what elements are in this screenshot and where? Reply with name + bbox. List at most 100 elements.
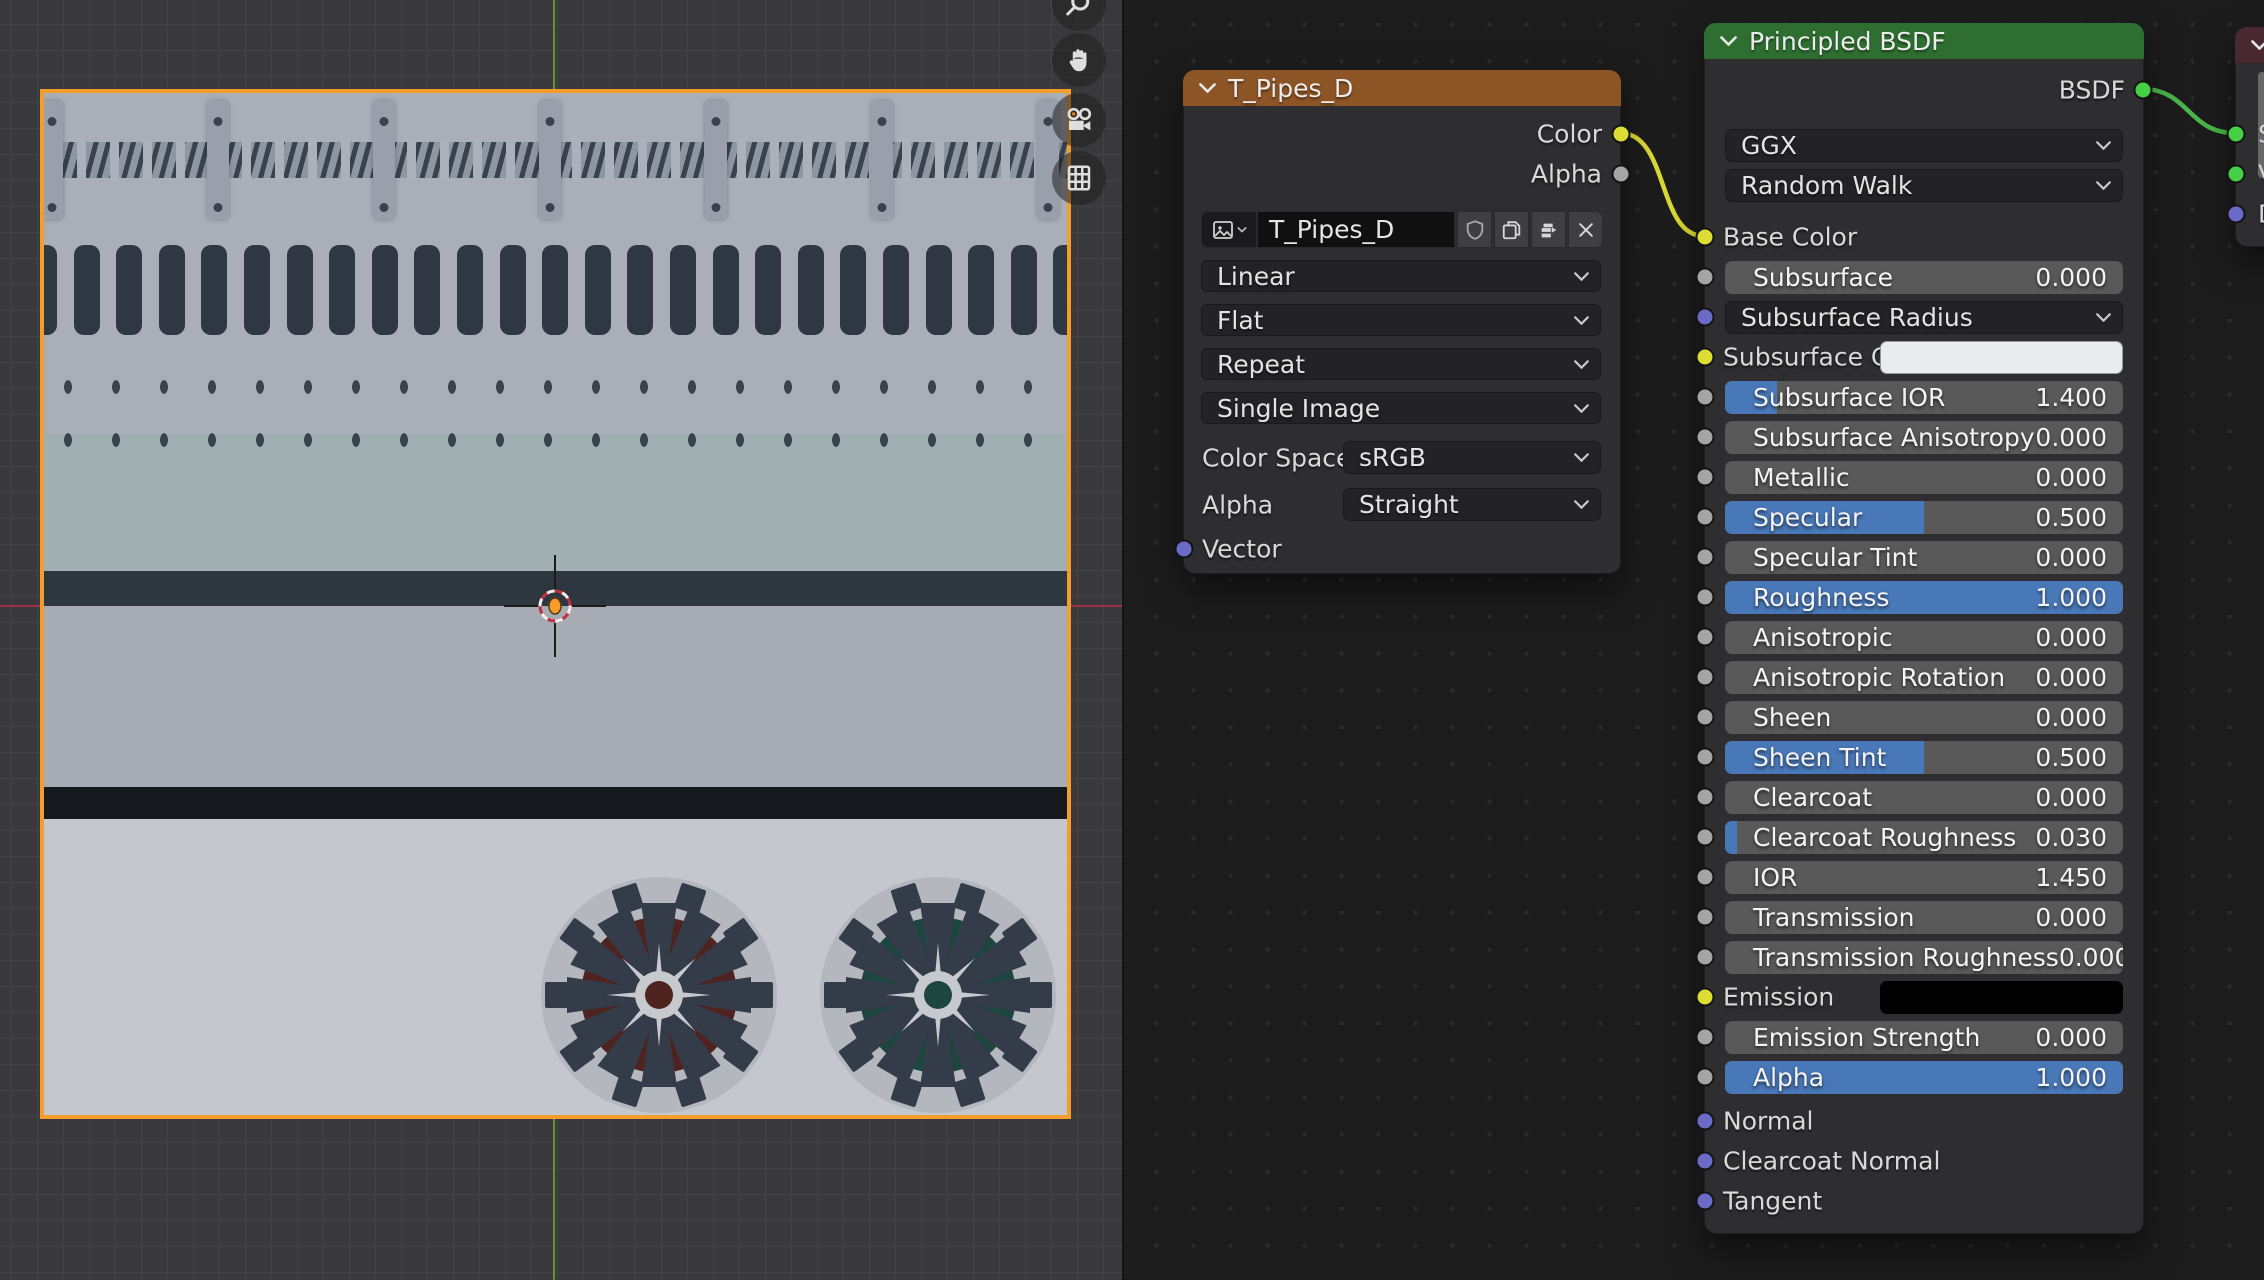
viewport-3d[interactable] [0,0,1122,1280]
image-node-header[interactable]: T_Pipes_D [1183,70,1621,106]
output-bsdf-socket[interactable] [2134,81,2153,100]
output-color-socket[interactable] [1612,125,1631,144]
dropdown-label: Subsurface Radius [1725,303,2096,332]
prop-dropdown-alpha[interactable]: Straight [1343,488,1601,521]
image-datablock-icon [1211,218,1235,242]
texture-strap [207,100,229,220]
slider-label: Clearcoat [1725,783,2035,812]
input-subsurface-slider[interactable]: Subsurface 0.000 [1725,261,2123,294]
texture-bar [798,245,824,335]
input-anisotropic-slider[interactable]: Anisotropic 0.000 [1725,621,2123,654]
texture-bar [1053,245,1067,335]
input-displacement-socket[interactable] [2227,205,2246,224]
input-volume-socket[interactable] [2227,165,2246,184]
input-emission-strength-socket[interactable] [1696,1028,1715,1047]
input-clearcoat-normal-socket[interactable] [1696,1152,1715,1171]
input-transmission-roughness-slider[interactable]: Transmission Roughness 0.000 [1725,941,2123,974]
input-anisotropic-rotation-slider[interactable]: Anisotropic Rotation 0.000 [1725,661,2123,694]
gear-graphic-right [820,877,1056,1113]
input-emission-strength-slider[interactable]: Emission Strength 0.000 [1725,1021,2123,1054]
slider-value: 0.000 [2035,263,2123,292]
texture-bar [500,245,526,335]
input-subsurface-ior-slider[interactable]: Subsurface IOR 1.400 [1725,381,2123,414]
input-subsurface-anisotropy-socket[interactable] [1696,428,1715,447]
texture-strap [871,100,893,220]
input-clearcoat-roughness-slider[interactable]: Clearcoat Roughness 0.030 [1725,821,2123,854]
input-transmission-slider[interactable]: Transmission 0.000 [1725,901,2123,934]
input-metallic-slider[interactable]: Metallic 0.000 [1725,461,2123,494]
input-subsurface-ior-socket[interactable] [1696,388,1715,407]
input-base-color-socket[interactable] [1696,228,1715,247]
input-normal-socket[interactable] [1696,1112,1715,1131]
input-sheen-tint-socket[interactable] [1696,748,1715,767]
input-subsurface-radius-socket[interactable] [1696,308,1715,327]
fake-user-button[interactable] [1457,211,1492,248]
input-subsurface-socket[interactable] [1696,268,1715,287]
slider-value: 0.000 [2035,423,2123,452]
input-anisotropic-socket[interactable] [1696,628,1715,647]
textured-plane-object[interactable] [44,93,1067,1115]
input-clearcoat-normal-label: Clearcoat Normal [1723,1147,1940,1176]
collapse-chevron-icon[interactable] [2251,40,2264,50]
input-clearcoat-slider[interactable]: Clearcoat 0.000 [1725,781,2123,814]
bsdf-node-header[interactable]: Principled BSDF [1704,23,2144,59]
principled-bsdf-node[interactable]: Principled BSDF BSDF GGXRandom Walk Base… [1704,23,2144,1234]
chevron-down-icon [1574,360,1589,369]
zoom-gizmo[interactable] [1052,0,1106,31]
input-alpha-slider[interactable]: Alpha 1.000 [1725,1061,2123,1094]
input-subsurface-anisotropy-slider[interactable]: Subsurface Anisotropy 0.000 [1725,421,2123,454]
dropdown-flat[interactable]: Flat [1201,304,1601,336]
output-node-header[interactable] [2235,27,2264,63]
image-name-field[interactable]: T_Pipes_D [1257,211,1455,248]
unlink-button[interactable] [1568,211,1603,248]
dropdown-repeat[interactable]: Repeat [1201,348,1601,380]
input-alpha-socket[interactable] [1696,1068,1715,1087]
input-subsurface-c--socket[interactable] [1696,348,1715,367]
input-sheen-socket[interactable] [1696,708,1715,727]
input-surface-socket[interactable] [2227,125,2246,144]
duplicate-button[interactable] [1494,211,1529,248]
input-subsurface-c--swatch[interactable] [1880,341,2123,374]
input-specular-slider[interactable]: Specular 0.500 [1725,501,2123,534]
dropdown-label: Flat [1201,306,1574,335]
chevron-down-icon [2096,141,2111,150]
image-texture-node[interactable]: T_Pipes_D Color Alpha T_Pipes_D [1183,70,1621,574]
dropdown-label: Single Image [1201,394,1574,423]
input-roughness-socket[interactable] [1696,588,1715,607]
input-anisotropic-rotation-socket[interactable] [1696,668,1715,687]
dropdown-linear[interactable]: Linear [1201,260,1601,292]
input-specular-tint-slider[interactable]: Specular Tint 0.000 [1725,541,2123,574]
input-sheen-slider[interactable]: Sheen 0.000 [1725,701,2123,734]
output-alpha-socket[interactable] [1612,165,1631,184]
input-ior-socket[interactable] [1696,868,1715,887]
input-clearcoat-socket[interactable] [1696,788,1715,807]
input-sheen-tint-slider[interactable]: Sheen Tint 0.500 [1725,741,2123,774]
grid-gizmo[interactable] [1052,151,1106,205]
prop-dropdown-color-space[interactable]: sRGB [1343,441,1601,474]
input-tangent-socket[interactable] [1696,1192,1715,1211]
unpack-button[interactable] [1531,211,1566,248]
input-clearcoat-roughness-socket[interactable] [1696,828,1715,847]
pan-gizmo[interactable] [1052,33,1106,87]
input-specular-socket[interactable] [1696,508,1715,527]
input-specular-tint-socket[interactable] [1696,548,1715,567]
input-vector-socket[interactable] [1175,540,1194,559]
input-roughness-slider[interactable]: Roughness 1.000 [1725,581,2123,614]
input-emission-swatch[interactable] [1880,981,2123,1014]
image-browse-button[interactable] [1201,211,1257,248]
dropdown-random-walk[interactable]: Random Walk [1725,169,2123,202]
dropdown-single-image[interactable]: Single Image [1201,392,1601,424]
dropdown-ggx[interactable]: GGX [1725,129,2123,162]
texture-band-dotted [44,434,1067,571]
collapse-chevron-icon[interactable] [1199,83,1216,93]
input-transmission-socket[interactable] [1696,908,1715,927]
input-transmission-roughness-socket[interactable] [1696,948,1715,967]
input-metallic-socket[interactable] [1696,468,1715,487]
input-emission-socket[interactable] [1696,988,1715,1007]
editor-scrollbar[interactable] [2258,72,2264,178]
shader-node-editor[interactable]: T_Pipes_D Color Alpha T_Pipes_D [1122,0,2264,1280]
camera-gizmo[interactable] [1052,93,1106,147]
input-subsurface-radius-dropdown[interactable]: Subsurface Radius [1725,301,2123,334]
collapse-chevron-icon[interactable] [1720,36,1737,46]
input-ior-slider[interactable]: IOR 1.450 [1725,861,2123,894]
